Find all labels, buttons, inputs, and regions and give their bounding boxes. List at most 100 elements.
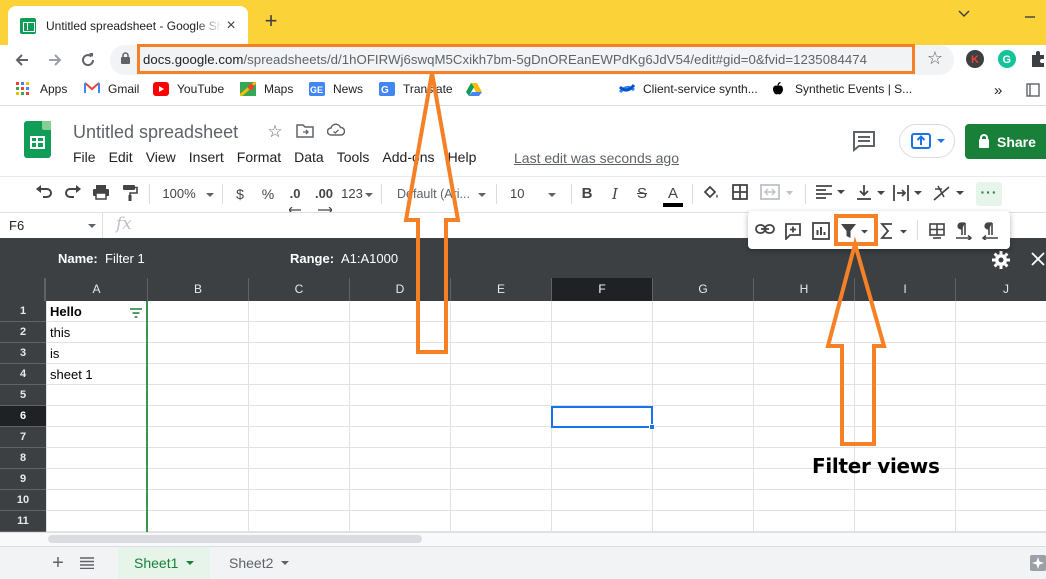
row-header-9[interactable]: 9 (0, 469, 46, 490)
text-direction-rtl-icon[interactable] (979, 222, 1001, 242)
more-formats-select[interactable]: 123 (340, 184, 374, 204)
tab-close-icon[interactable]: × (222, 17, 240, 35)
column-header-g[interactable]: G (653, 278, 754, 301)
filter-options-gear-icon[interactable] (991, 250, 1011, 270)
browser-tab[interactable]: Untitled spreadsheet - Google Sheets × (8, 6, 248, 45)
bookmark-confluence[interactable]: Client-service synth... (618, 82, 758, 96)
column-header-i[interactable]: I (855, 278, 956, 301)
close-filter-view-icon[interactable] (1028, 246, 1046, 268)
sheets-logo-icon[interactable] (24, 121, 51, 158)
column-header-a[interactable]: A (46, 278, 148, 301)
undo-icon[interactable] (34, 184, 54, 204)
selected-cell-f6[interactable] (551, 406, 653, 428)
tab-search-chevron-icon[interactable] (952, 6, 976, 22)
column-header-f[interactable]: F (552, 278, 653, 301)
all-sheets-menu-icon[interactable] (80, 557, 94, 570)
cell-a3[interactable]: is (50, 343, 59, 364)
text-wrapping-icon[interactable] (892, 184, 922, 204)
bookmark-translate[interactable]: G Translate (379, 82, 453, 96)
redo-icon[interactable] (63, 184, 83, 204)
select-all-corner[interactable] (0, 278, 46, 301)
italic-button[interactable]: I (608, 184, 622, 204)
window-minimize-button[interactable] (1018, 8, 1042, 24)
bookmark-maps[interactable]: Maps (239, 80, 293, 98)
extension-grammarly-icon[interactable]: G (998, 50, 1016, 68)
bookmark-youtube[interactable]: YouTube (153, 82, 224, 96)
row-header-4[interactable]: 4 (0, 364, 46, 385)
menu-edit[interactable]: Edit (109, 149, 133, 169)
row-header-6[interactable]: 6 (0, 406, 46, 427)
filter-name-value[interactable]: Filter 1 (105, 251, 145, 266)
scrollbar-thumb[interactable] (48, 535, 422, 543)
input-tools-icon[interactable] (927, 222, 947, 240)
fill-handle[interactable] (649, 424, 655, 430)
menu-addons[interactable]: Add-ons (382, 149, 434, 169)
functions-icon[interactable] (880, 222, 908, 240)
bookmark-drive[interactable] (466, 82, 490, 96)
cell-a1[interactable]: Hello (50, 301, 82, 322)
column-header-e[interactable]: E (451, 278, 552, 301)
insert-chart-icon[interactable] (811, 222, 831, 240)
insert-link-icon[interactable] (754, 222, 776, 240)
row-header-11[interactable]: 11 (0, 511, 46, 532)
name-box[interactable]: F6 (0, 213, 103, 238)
insert-comment-icon[interactable] (783, 222, 803, 242)
sheet-tab-sheet2[interactable]: Sheet2 (213, 547, 305, 579)
row-header-7[interactable]: 7 (0, 427, 46, 448)
reload-button[interactable] (76, 49, 100, 71)
percent-format-button[interactable]: % (260, 184, 276, 204)
star-icon[interactable]: ☆ (265, 122, 285, 142)
cell-a2[interactable]: this (50, 322, 70, 343)
menu-data[interactable]: Data (294, 149, 324, 169)
column-header-b[interactable]: B (148, 278, 249, 301)
bookmark-gmail[interactable]: Gmail (84, 82, 139, 96)
cloud-saved-icon[interactable] (326, 122, 346, 142)
menu-format[interactable]: Format (237, 149, 281, 169)
menu-tools[interactable]: Tools (337, 149, 370, 169)
bookmark-star-icon[interactable]: ☆ (925, 48, 945, 70)
text-rotation-icon[interactable] (932, 184, 964, 204)
more-toolbar-button[interactable]: ··· (976, 182, 1002, 206)
menu-file[interactable]: File (73, 149, 96, 169)
row-header-2[interactable]: 2 (0, 322, 46, 343)
present-button[interactable] (899, 124, 955, 158)
column-header-j[interactable]: J (956, 278, 1046, 301)
column-header-h[interactable]: H (754, 278, 855, 301)
sheet-tab-sheet1[interactable]: Sheet1 (118, 547, 211, 579)
fill-color-icon[interactable] (702, 184, 720, 204)
row-header-1[interactable]: 1 (0, 301, 46, 322)
borders-icon[interactable] (731, 184, 749, 204)
merge-cells-icon[interactable] (760, 184, 794, 204)
share-button[interactable]: Share (965, 124, 1046, 159)
print-icon[interactable] (91, 184, 111, 204)
text-direction-ltr-icon[interactable] (953, 222, 975, 242)
comment-history-icon[interactable] (851, 130, 877, 153)
font-family-select[interactable]: Default (Ari... (397, 184, 489, 204)
move-folder-icon[interactable] (295, 122, 315, 142)
zoom-select[interactable]: 100% (160, 184, 216, 204)
bold-button[interactable]: B (580, 184, 594, 204)
strikethrough-button[interactable]: S (635, 184, 649, 204)
back-button[interactable] (10, 49, 34, 71)
vertical-align-icon[interactable] (855, 184, 885, 204)
row-header-10[interactable]: 10 (0, 490, 46, 511)
bookmark-news[interactable]: GE News (309, 82, 363, 96)
cell-grid[interactable] (46, 301, 1046, 532)
reading-list-icon[interactable] (1026, 83, 1040, 97)
menu-view[interactable]: View (146, 149, 176, 169)
new-tab-button[interactable]: + (259, 10, 283, 34)
currency-format-button[interactable]: $ (233, 184, 247, 204)
document-title[interactable]: Untitled spreadsheet (73, 122, 238, 143)
forward-button[interactable] (43, 49, 67, 71)
explore-icon[interactable] (1030, 555, 1046, 571)
last-edit-link[interactable]: Last edit was seconds ago (514, 150, 679, 166)
column-header-d[interactable]: D (350, 278, 451, 301)
column-header-c[interactable]: C (249, 278, 350, 301)
bookmarks-overflow-button[interactable]: » (994, 82, 1002, 99)
menu-help[interactable]: Help (448, 149, 477, 169)
row-header-3[interactable]: 3 (0, 343, 46, 364)
row-header-5[interactable]: 5 (0, 385, 46, 406)
cell-a4[interactable]: sheet 1 (50, 364, 93, 385)
bookmark-synthetic-events[interactable]: Synthetic Events | S... (771, 81, 912, 96)
bookmark-apps[interactable]: Apps (16, 82, 67, 96)
